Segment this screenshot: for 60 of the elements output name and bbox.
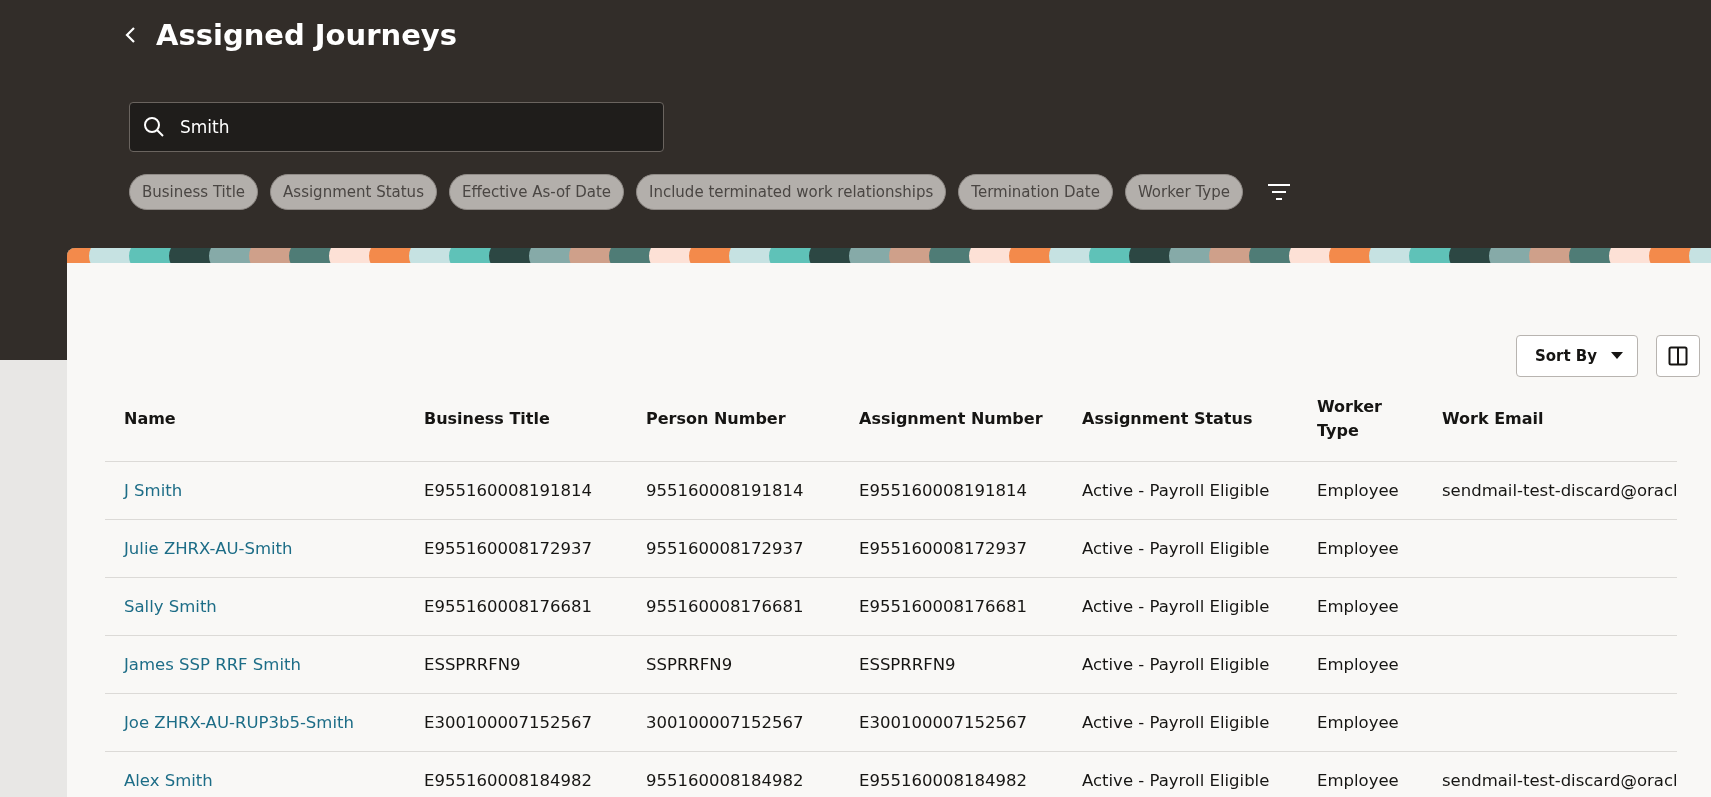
table-cell: E300100007152567 [840, 693, 1063, 752]
name-link[interactable]: James SSP RRF Smith [124, 654, 301, 674]
table-cell: ESSPRRFN9 [840, 635, 1063, 694]
table-cell: Active - Payroll Eligible [1063, 635, 1298, 694]
filter-chip[interactable]: Assignment Status [270, 174, 437, 210]
filter-chip[interactable]: Termination Date [958, 174, 1113, 210]
column-header: Assignment Status [1063, 376, 1298, 462]
table-cell: E955160008176681 [405, 577, 627, 636]
table-cell: Employee [1298, 577, 1423, 636]
table-cell: 300100007152567 [627, 693, 840, 752]
table-cell: E955160008191814 [405, 461, 627, 520]
table-cell: E300100007152567 [405, 693, 627, 752]
table-cell: 955160008172937 [627, 519, 840, 578]
table-cell: E955160008172937 [840, 519, 1063, 578]
table-cell: Employee [1298, 751, 1423, 797]
name-link[interactable]: J Smith [124, 480, 183, 500]
table-cell: Active - Payroll Eligible [1063, 519, 1298, 578]
table-cell: Employee [1298, 635, 1423, 694]
table-cell: E955160008176681 [840, 577, 1063, 636]
table-cell: E955160008172937 [405, 519, 627, 578]
sort-button[interactable]: Sort By [1515, 334, 1638, 377]
table-cell: Active - Payroll Eligible [1063, 751, 1298, 797]
name-link[interactable]: Julie ZHRX-AU-Smith [124, 538, 293, 558]
table-cell: sendmail-test-discard@oracl [1423, 461, 1677, 520]
table-cell: Employee [1298, 693, 1423, 752]
table-cell: E955160008184982 [405, 751, 627, 797]
columns-button[interactable] [1656, 334, 1700, 377]
name-link[interactable]: Sally Smith [124, 596, 217, 616]
name-link[interactable]: Alex Smith [124, 770, 213, 790]
column-header: Worker Type [1298, 376, 1423, 462]
caret-down-icon [1611, 352, 1623, 360]
filter-chip[interactable]: Worker Type [1124, 174, 1243, 210]
table-cell: Active - Payroll Eligible [1063, 461, 1298, 520]
table-cell: 955160008184982 [627, 751, 840, 797]
filter-chip[interactable]: Business Title [129, 174, 259, 210]
filter-chip[interactable]: Include terminated work relationships [636, 174, 947, 210]
table-cell: sendmail-test-discard@oracl [1423, 751, 1677, 797]
column-header: Assignment Number [840, 376, 1063, 462]
table-cell: ESSPRRFN9 [405, 635, 627, 694]
column-header: Work Email [1423, 376, 1677, 462]
search-icon [143, 116, 165, 138]
filter-icon [1267, 183, 1291, 201]
table-cell: Employee [1298, 519, 1423, 578]
table-cell: 955160008191814 [627, 461, 840, 520]
table-cell: Active - Payroll Eligible [1063, 693, 1298, 752]
table-cell: E955160008191814 [840, 461, 1063, 520]
filter-chip[interactable]: Effective As-of Date [448, 174, 624, 210]
table-cell: SSPRRFN9 [627, 635, 840, 694]
column-header: Name [105, 376, 405, 462]
chevron-left-icon [124, 25, 138, 45]
table-cell: Employee [1298, 461, 1423, 520]
table-cell: 955160008176681 [627, 577, 840, 636]
split-panel-icon [1668, 345, 1688, 366]
search-field[interactable]: Smith [129, 102, 664, 152]
column-header: Business Title [405, 376, 627, 462]
name-link[interactable]: Joe ZHRX-AU-RUP3b5-Smith [124, 712, 354, 732]
page-title: Assigned Journeys [156, 18, 457, 52]
table-cell: E955160008184982 [840, 751, 1063, 797]
table-cell: Active - Payroll Eligible [1063, 577, 1298, 636]
column-header: Person Number [627, 376, 840, 462]
